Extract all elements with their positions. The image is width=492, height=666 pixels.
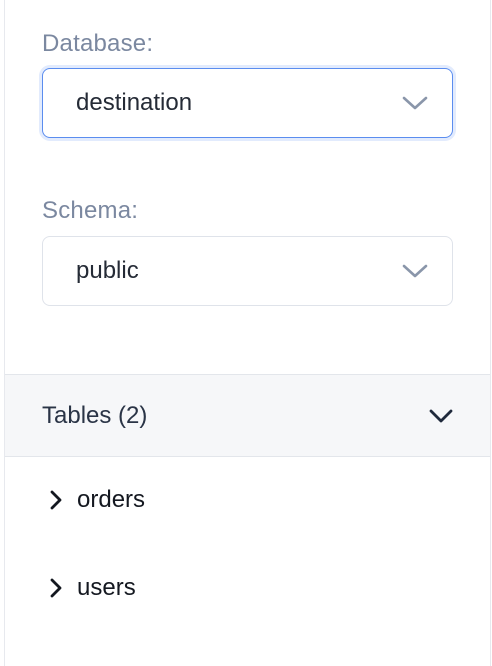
database-explorer-panel: Database: destination Schema: public Tab… [4, 0, 491, 666]
table-item-orders[interactable]: orders [5, 470, 490, 530]
table-item-label: users [77, 574, 136, 601]
schema-select-value: public [76, 257, 139, 284]
tables-section-title: Tables (2) [42, 401, 148, 429]
schema-select[interactable]: public [42, 236, 453, 306]
chevron-right-icon [50, 578, 62, 598]
database-select-value: destination [76, 89, 193, 116]
chevron-down-icon [402, 96, 428, 110]
chevron-down-icon [402, 264, 428, 278]
tables-section-header[interactable]: Tables (2) [5, 374, 490, 457]
chevron-right-icon [50, 490, 62, 510]
table-item-users[interactable]: users [5, 558, 490, 618]
chevron-down-icon [429, 409, 453, 422]
database-label: Database: [42, 30, 154, 57]
schema-label: Schema: [42, 197, 139, 224]
table-item-label: orders [77, 486, 146, 513]
database-select[interactable]: destination [42, 68, 453, 138]
